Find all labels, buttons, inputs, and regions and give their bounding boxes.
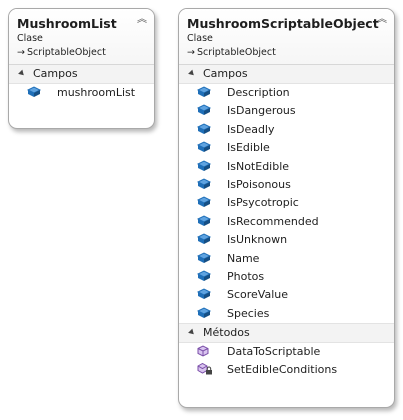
field-row[interactable]: IsNotEdible — [179, 158, 394, 176]
field-icon — [27, 86, 43, 98]
field-name: mushroomList — [57, 86, 136, 99]
base-class: → ScriptableObject — [187, 46, 386, 60]
field-icon — [197, 123, 213, 135]
field-row[interactable]: IsEdible — [179, 139, 394, 157]
class-title: MushroomScriptableObject — [187, 16, 379, 31]
field-row[interactable]: Photos — [179, 268, 394, 286]
field-name: IsPoisonous — [227, 177, 291, 191]
section-title: Métodos — [203, 326, 250, 340]
class-card-header: MushroomList Clase → ScriptableObject ︽ — [9, 9, 154, 65]
class-kind: Clase — [187, 33, 213, 44]
field-row[interactable]: IsPsycotropic — [179, 194, 394, 212]
private-method-icon — [197, 363, 213, 375]
base-class-name: ScriptableObject — [26, 47, 106, 58]
expand-triangle-icon[interactable] — [188, 69, 196, 77]
base-class-name: ScriptableObject — [196, 47, 276, 58]
class-title: MushroomList — [17, 16, 117, 31]
field-name: Name — [227, 251, 260, 265]
field-icon — [197, 86, 213, 98]
class-kind: Clase — [17, 33, 43, 44]
field-icon — [197, 233, 213, 245]
expand-triangle-icon[interactable] — [188, 328, 196, 336]
field-name: IsRecommended — [227, 214, 319, 228]
field-row[interactable]: Name — [179, 250, 394, 268]
section-header-campos[interactable]: Campos — [9, 65, 154, 84]
inherits-arrow-icon: → — [17, 47, 25, 58]
field-name: IsDeadly — [227, 122, 275, 136]
section-header-campos[interactable]: Campos — [179, 65, 394, 84]
field-name: Photos — [227, 269, 265, 283]
field-icon — [197, 270, 213, 282]
field-icon — [197, 196, 213, 208]
field-name: ScoreValue — [227, 288, 289, 302]
field-icon — [197, 251, 213, 264]
field-name: IsEdible — [227, 141, 270, 155]
field-row[interactable]: Description — [179, 84, 394, 102]
field-row[interactable]: IsUnknown — [179, 231, 394, 249]
field-name: IsUnknown — [227, 233, 288, 247]
section-title: Campos — [33, 67, 78, 80]
field-row[interactable]: mushroomList — [9, 84, 154, 102]
method-name: SetEdibleConditions — [227, 363, 338, 377]
collapse-chevron-icon[interactable]: ︽ — [377, 15, 387, 25]
class-card-header: MushroomScriptableObject Clase → Scriptab… — [179, 9, 394, 65]
expand-triangle-icon[interactable] — [18, 69, 26, 77]
field-icon — [197, 178, 213, 190]
base-class: → ScriptableObject — [17, 46, 146, 60]
field-icon — [197, 215, 213, 227]
section-header-metodos[interactable]: Métodos — [179, 323, 394, 344]
field-name: Description — [227, 86, 290, 99]
field-name: Species — [227, 306, 270, 320]
method-row[interactable]: SetEdibleConditions — [179, 361, 394, 379]
method-icon — [197, 345, 213, 357]
field-row[interactable]: IsPoisonous — [179, 176, 394, 194]
method-row[interactable]: DataToScriptable — [179, 343, 394, 361]
method-name: DataToScriptable — [227, 345, 321, 359]
collapse-chevron-icon[interactable]: ︽ — [137, 15, 147, 25]
field-row[interactable]: IsDangerous — [179, 102, 394, 120]
class-card-mushroomscriptableobject[interactable]: MushroomScriptableObject Clase → Scriptab… — [178, 8, 395, 408]
section-title: Campos — [203, 67, 248, 80]
field-icon — [197, 288, 213, 300]
field-row[interactable]: IsDeadly — [179, 121, 394, 139]
field-row[interactable]: ScoreValue — [179, 286, 394, 304]
field-icon — [197, 160, 213, 172]
field-row[interactable]: Species — [179, 305, 394, 323]
field-name: IsPsycotropic — [227, 196, 299, 210]
field-icon — [197, 141, 213, 153]
inherits-arrow-icon: → — [187, 47, 195, 58]
class-card-mushroomlist[interactable]: MushroomList Clase → ScriptableObject ︽ C… — [8, 8, 155, 129]
field-row[interactable]: IsRecommended — [179, 213, 394, 231]
field-name: IsNotEdible — [227, 159, 290, 173]
field-icon — [197, 104, 213, 116]
field-icon — [197, 307, 213, 319]
field-name: IsDangerous — [227, 104, 296, 118]
